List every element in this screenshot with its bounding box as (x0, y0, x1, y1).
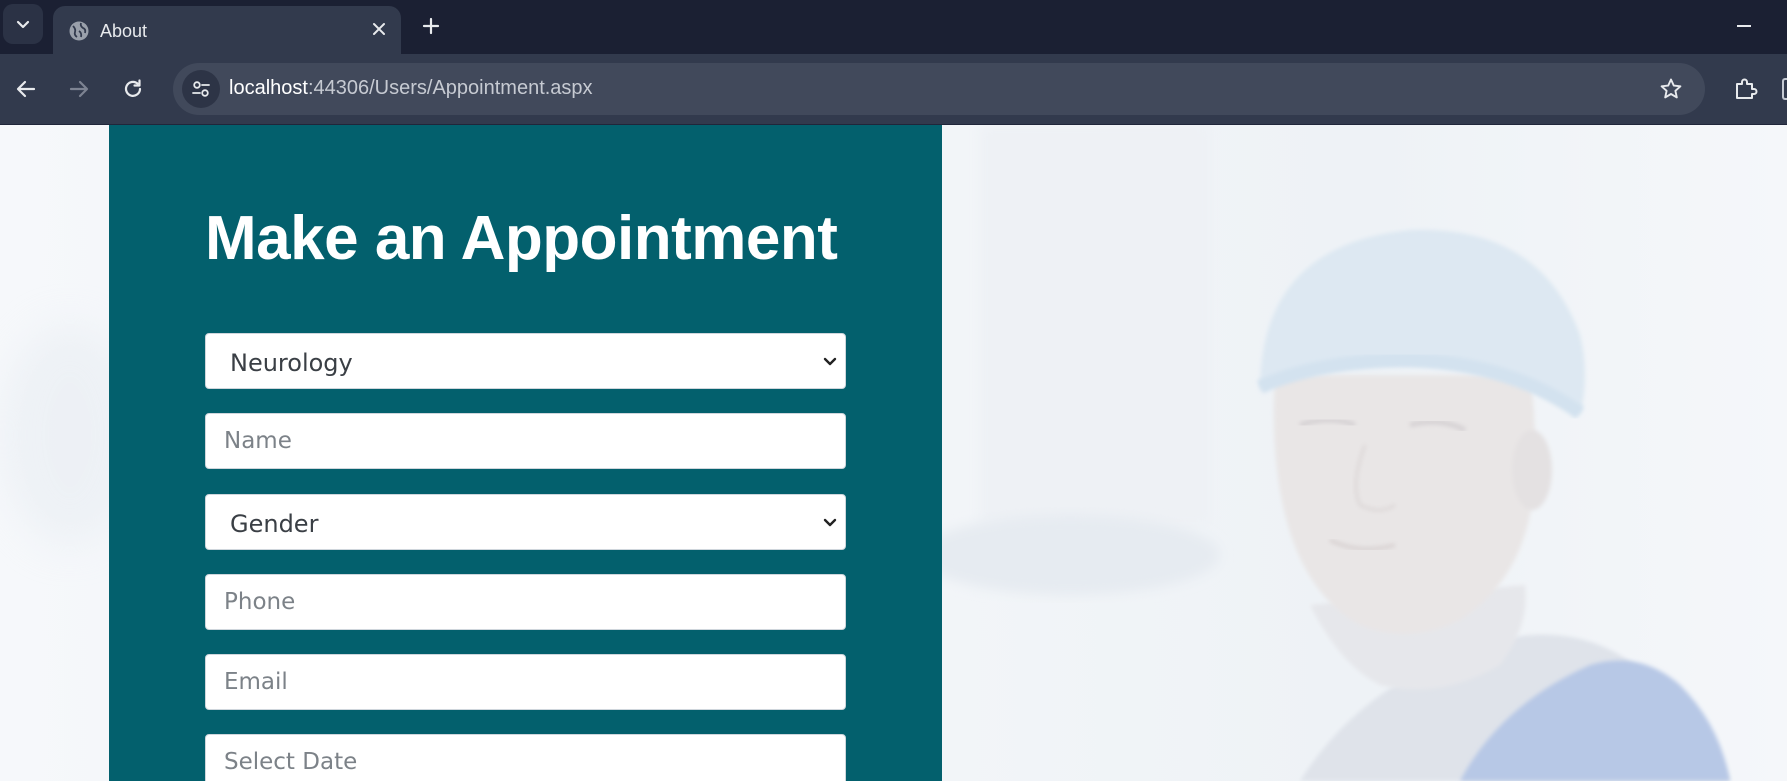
name-input[interactable] (206, 414, 845, 468)
site-info-button[interactable] (182, 70, 220, 108)
site-settings-icon (192, 81, 210, 97)
extensions-icon (1736, 78, 1758, 99)
profile-button-edge[interactable] (1782, 78, 1787, 100)
minimize-icon (1737, 25, 1751, 27)
email-field-wrapper (205, 654, 846, 710)
email-input[interactable] (206, 655, 845, 709)
url-text[interactable]: localhost:44306/Users/Appointment.aspx (229, 77, 593, 100)
address-bar[interactable]: localhost:44306/Users/Appointment.aspx (173, 63, 1705, 115)
extensions-button[interactable] (1728, 71, 1764, 107)
appointment-form-panel: Make an Appointment Neurology Gender (109, 125, 942, 781)
star-icon (1660, 78, 1682, 99)
close-tab-button[interactable] (367, 17, 391, 41)
phone-input[interactable] (206, 575, 845, 629)
doctor-hero-image (940, 125, 1787, 781)
name-field-wrapper (205, 413, 846, 469)
phone-field-wrapper (205, 574, 846, 630)
bookmark-button[interactable] (1657, 75, 1685, 103)
url-host: localhost (229, 77, 308, 99)
globe-icon (69, 21, 89, 41)
page-content: Make an Appointment Neurology Gender (0, 125, 1787, 781)
date-field-wrapper (205, 734, 846, 781)
reload-button[interactable] (115, 71, 151, 107)
reload-icon (124, 79, 142, 97)
url-path: :44306/Users/Appointment.aspx (307, 77, 593, 99)
tab-strip: About (0, 0, 1787, 54)
gender-select[interactable]: Gender (205, 494, 846, 550)
department-select[interactable]: Neurology (205, 333, 846, 389)
back-button[interactable] (8, 71, 44, 107)
gender-selected-value: Gender (230, 510, 319, 538)
back-arrow-icon (16, 80, 36, 98)
chevron-down-icon (823, 518, 837, 527)
department-selected-value: Neurology (230, 349, 353, 377)
chevron-down-icon (16, 20, 30, 29)
browser-toolbar: localhost:44306/Users/Appointment.aspx (0, 54, 1787, 125)
date-input[interactable] (206, 735, 845, 781)
close-icon (373, 23, 385, 35)
new-tab-button[interactable] (415, 10, 447, 42)
tab-title: About (100, 21, 148, 41)
forward-button[interactable] (61, 71, 97, 107)
tab-search-button[interactable] (3, 4, 43, 44)
minimize-button[interactable] (1728, 10, 1760, 42)
plus-icon (422, 17, 440, 35)
chevron-down-icon (823, 357, 837, 366)
form-title: Make an Appointment (205, 204, 838, 273)
browser-tab[interactable]: About (53, 6, 401, 54)
forward-arrow-icon (69, 80, 89, 98)
